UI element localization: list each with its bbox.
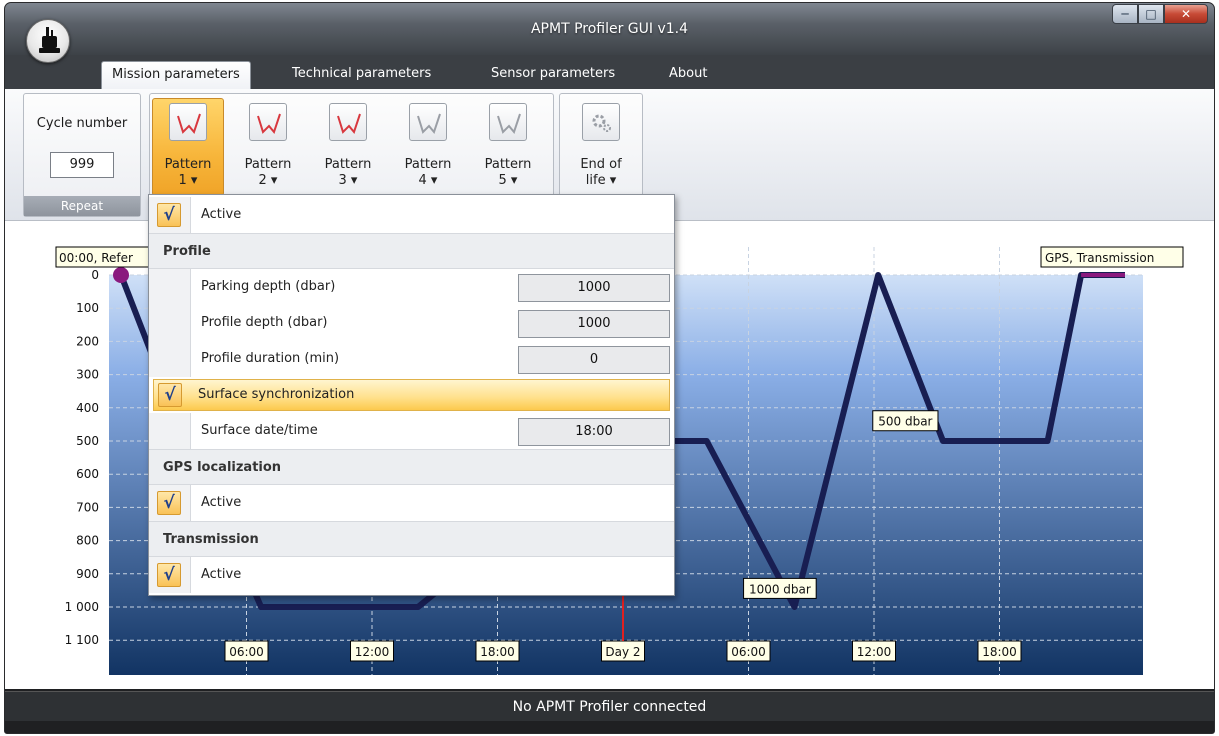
repeat-group-label: Repeat xyxy=(24,196,140,216)
end-of-life-label: End of xyxy=(580,157,622,172)
maximize-button[interactable]: □ xyxy=(1138,4,1164,24)
profiler-icon xyxy=(39,27,60,53)
x-tick-label: 12:00 xyxy=(355,645,390,659)
pattern-chart-icon xyxy=(409,103,447,141)
profile-duration-row: Profile duration (min) 0 xyxy=(149,341,674,377)
profile-depth-input[interactable]: 1000 xyxy=(518,310,670,338)
top-label-right-text: GPS, Transmission xyxy=(1045,251,1154,265)
parking-depth-row: Parking depth (dbar) 1000 xyxy=(149,269,674,305)
pattern-5-label: Pattern xyxy=(484,157,532,172)
end-of-life-dropdown: life ▾ xyxy=(585,173,617,188)
close-button[interactable]: ✕ xyxy=(1164,4,1208,24)
transmission-active-row[interactable]: √ Active xyxy=(149,557,674,593)
y-tick-label: 100 xyxy=(76,301,99,315)
pattern-2-number: 2 ▾ xyxy=(258,173,278,188)
pattern-5-number: 5 ▾ xyxy=(498,173,518,188)
gear-icon xyxy=(582,103,620,141)
repeat-group: Cycle number 999 Repeat xyxy=(23,93,141,217)
pattern-chart-icon xyxy=(489,103,527,141)
pattern-3-button[interactable]: Pattern 3 ▾ xyxy=(312,98,384,196)
x-tick-label: 18:00 xyxy=(982,645,1017,659)
pattern-1-label: Pattern xyxy=(164,157,212,172)
surface-sync-checkbox[interactable]: √ xyxy=(158,383,182,407)
y-tick-label: 700 xyxy=(76,500,99,514)
transmission-active-checkbox[interactable]: √ xyxy=(157,563,181,587)
cycle-number-input[interactable]: 999 xyxy=(50,152,114,178)
top-label-right: GPS, Transmission xyxy=(1040,246,1184,268)
pattern-1-dropdown: √ Active Profile Parking depth (dbar) 10… xyxy=(148,194,675,596)
annotation-label: 500 dbar xyxy=(878,415,932,429)
pattern-5-button[interactable]: Pattern 5 ▾ xyxy=(472,98,544,196)
pattern-4-label: Pattern xyxy=(404,157,452,172)
pattern-chart-icon xyxy=(249,103,287,141)
parking-depth-input[interactable]: 1000 xyxy=(518,274,670,302)
tab-technical-parameters[interactable]: Technical parameters xyxy=(282,61,441,89)
tab-sensor-parameters[interactable]: Sensor parameters xyxy=(481,61,625,89)
pattern-3-number: 3 ▾ xyxy=(338,173,358,188)
y-tick-label: 200 xyxy=(76,334,99,348)
profile-duration-label: Profile duration (min) xyxy=(201,351,340,366)
parking-depth-label: Parking depth (dbar) xyxy=(201,279,336,294)
pattern-4-button[interactable]: Pattern 4 ▾ xyxy=(392,98,464,196)
profile-duration-input[interactable]: 0 xyxy=(518,346,670,374)
y-tick-label: 800 xyxy=(76,534,99,548)
pattern-1-button[interactable]: Pattern 1 ▾ xyxy=(152,98,224,196)
pattern-active-label: Active xyxy=(201,207,242,222)
end-of-life-button[interactable]: End of life ▾ xyxy=(565,98,637,196)
y-tick-label: 1 100 xyxy=(65,633,99,647)
pattern-3-label: Pattern xyxy=(324,157,372,172)
y-tick-label: 600 xyxy=(76,467,99,481)
x-tick-label: Day 2 xyxy=(605,645,640,659)
pattern-4-number: 4 ▾ xyxy=(418,173,438,188)
pattern-2-label: Pattern xyxy=(244,157,292,172)
cycle-number-label: Cycle number xyxy=(36,116,128,131)
app-logo[interactable] xyxy=(26,19,70,63)
transmission-section-header: Transmission xyxy=(149,521,674,557)
window-controls: ─ □ ✕ xyxy=(1112,4,1208,24)
y-tick-label: 0 xyxy=(91,268,99,282)
gps-active-row[interactable]: √ Active xyxy=(149,485,674,521)
surface-datetime-label: Surface date/time xyxy=(201,423,318,438)
tab-bar: Mission parameters Technical parameters … xyxy=(5,55,1214,89)
x-tick-label: 18:00 xyxy=(480,645,515,659)
gps-section-header: GPS localization xyxy=(149,449,674,485)
y-tick-label: 500 xyxy=(76,434,99,448)
top-label-left: 00:00, Refer xyxy=(55,246,153,268)
gps-active-label: Active xyxy=(201,495,242,510)
tab-mission-parameters[interactable]: Mission parameters xyxy=(101,61,251,89)
surface-sync-label: Surface synchronization xyxy=(198,387,355,402)
y-tick-label: 900 xyxy=(76,567,99,581)
profile-depth-row: Profile depth (dbar) 1000 xyxy=(149,305,674,341)
pattern-active-checkbox[interactable]: √ xyxy=(157,203,181,227)
minimize-button[interactable]: ─ xyxy=(1112,4,1138,24)
pattern-1-number: 1 ▾ xyxy=(178,173,198,188)
x-tick-label: 12:00 xyxy=(857,645,892,659)
y-tick-label: 1 000 xyxy=(65,600,99,614)
start-marker xyxy=(113,267,129,283)
surface-sync-row[interactable]: √ Surface synchronization xyxy=(153,379,670,411)
title-bar[interactable]: APMT Profiler GUI v1.4 ─ □ ✕ xyxy=(5,3,1214,55)
x-tick-label: 06:00 xyxy=(731,645,766,659)
window-title: APMT Profiler GUI v1.4 xyxy=(530,21,689,37)
top-label-left-text: 00:00, Refer xyxy=(59,251,133,265)
y-tick-label: 400 xyxy=(76,401,99,415)
profile-section-header: Profile xyxy=(149,233,674,269)
status-bar: No APMT Profiler connected xyxy=(5,691,1214,721)
y-tick-label: 300 xyxy=(76,368,99,382)
surface-datetime-input[interactable]: 18:00 xyxy=(518,418,670,446)
pattern-active-row[interactable]: √ Active xyxy=(149,197,674,233)
x-tick-label: 06:00 xyxy=(229,645,264,659)
transmission-active-label: Active xyxy=(201,567,242,582)
annotation-label: 1000 dbar xyxy=(749,582,811,596)
tab-about[interactable]: About xyxy=(659,61,717,89)
pattern-2-button[interactable]: Pattern 2 ▾ xyxy=(232,98,304,196)
profile-depth-label: Profile depth (dbar) xyxy=(201,315,328,330)
surface-datetime-row: Surface date/time 18:00 xyxy=(149,413,674,449)
gps-active-checkbox[interactable]: √ xyxy=(157,491,181,515)
pattern-chart-icon xyxy=(329,103,367,141)
pattern-chart-icon xyxy=(169,103,207,141)
